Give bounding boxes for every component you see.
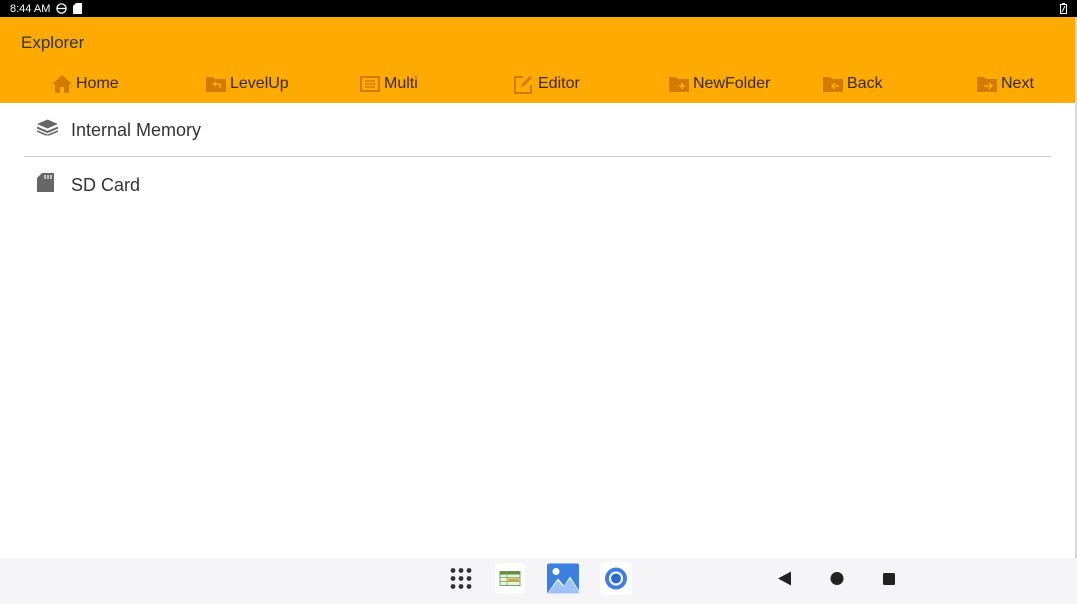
gallery-app-button[interactable] bbox=[547, 563, 579, 599]
spreadsheet-app-button[interactable] bbox=[495, 563, 525, 599]
folder-back-icon bbox=[823, 76, 843, 92]
list-item-sd-card[interactable]: SD Card bbox=[0, 158, 1077, 212]
app-title: Explorer bbox=[21, 33, 85, 52]
sd-card-icon bbox=[37, 173, 54, 197]
new-folder-icon bbox=[669, 76, 689, 92]
toolbar: Home LevelUp Multi Editor NewFolder Back… bbox=[0, 72, 1077, 96]
newfolder-button[interactable]: NewFolder bbox=[669, 72, 770, 96]
layers-icon bbox=[36, 119, 59, 141]
app-bar: Explorer Home LevelUp Multi Editor NewFo… bbox=[0, 17, 1077, 103]
app-drawer-button[interactable] bbox=[450, 568, 472, 595]
back-button[interactable]: Back bbox=[823, 72, 883, 96]
home-label: Home bbox=[76, 75, 119, 92]
home-circle-icon bbox=[830, 572, 844, 591]
sync-icon bbox=[56, 3, 68, 14]
browser-app-button[interactable] bbox=[600, 562, 632, 600]
gallery-app-icon bbox=[547, 563, 579, 599]
recents-icon bbox=[883, 572, 895, 590]
newfolder-label: NewFolder bbox=[693, 75, 771, 92]
storage-list: Internal Memory SD Card bbox=[0, 103, 1077, 212]
levelup-label: LevelUp bbox=[230, 75, 289, 92]
navigation-bar bbox=[0, 558, 1077, 604]
multi-label: Multi bbox=[384, 75, 418, 92]
levelup-button[interactable]: LevelUp bbox=[206, 72, 289, 96]
browser-app-icon bbox=[600, 562, 632, 600]
list-item-label: Internal Memory bbox=[71, 119, 202, 140]
spreadsheet-app-icon bbox=[495, 563, 525, 599]
edit-icon bbox=[514, 75, 534, 94]
status-bar: 8:44 AM bbox=[0, 0, 1077, 17]
folder-up-icon bbox=[206, 76, 226, 92]
next-button[interactable]: Next bbox=[977, 72, 1034, 96]
list-item-internal-memory[interactable]: Internal Memory bbox=[0, 103, 1077, 157]
sd-status-icon bbox=[73, 3, 83, 14]
editor-button[interactable]: Editor bbox=[514, 72, 580, 96]
back-nav-button[interactable] bbox=[778, 571, 791, 591]
app-drawer-icon bbox=[450, 568, 472, 595]
battery-icon bbox=[1060, 3, 1067, 14]
editor-label: Editor bbox=[538, 75, 580, 92]
home-button[interactable]: Home bbox=[52, 72, 119, 96]
back-icon bbox=[778, 571, 791, 591]
home-icon bbox=[52, 75, 72, 93]
back-label: Back bbox=[847, 75, 883, 92]
list-divider bbox=[24, 156, 1052, 157]
multi-button[interactable]: Multi bbox=[360, 72, 418, 96]
list-item-label: SD Card bbox=[71, 174, 141, 195]
folder-next-icon bbox=[977, 76, 997, 92]
recents-nav-button[interactable] bbox=[883, 572, 895, 590]
next-label: Next bbox=[1001, 75, 1034, 92]
multi-select-icon bbox=[360, 76, 380, 92]
home-nav-button[interactable] bbox=[830, 572, 844, 591]
status-time: 8:44 AM bbox=[10, 2, 51, 15]
